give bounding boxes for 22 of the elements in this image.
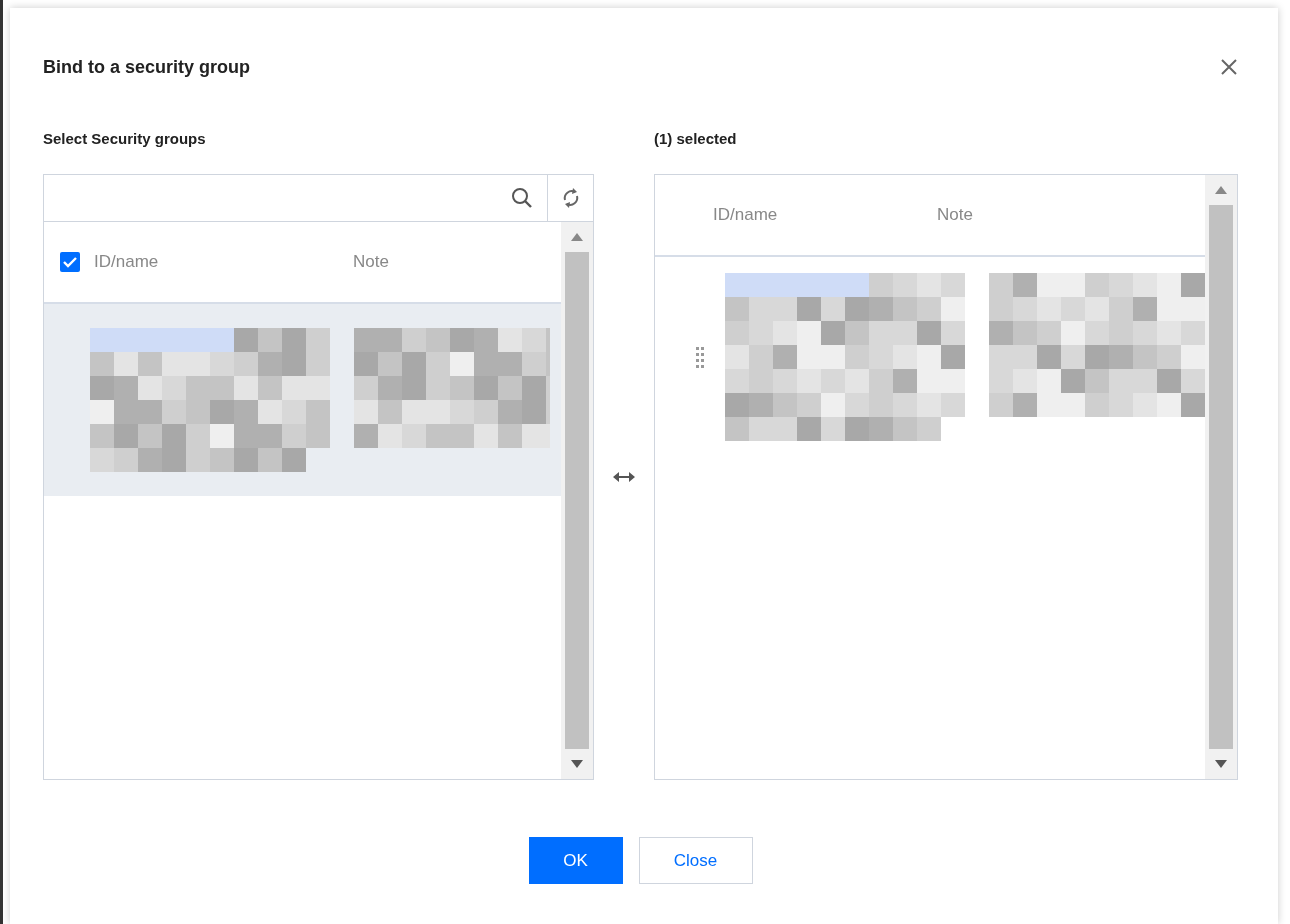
column-header: ID/name — [713, 205, 779, 225]
list-row[interactable] — [44, 304, 561, 496]
close-button[interactable] — [1220, 58, 1238, 76]
drag-handle-icon[interactable] — [695, 345, 705, 369]
transfer-arrow-icon — [613, 472, 635, 482]
scrollbar[interactable] — [561, 222, 593, 779]
select-all-checkbox[interactable] — [60, 252, 80, 272]
scroll-down-icon[interactable] — [571, 760, 583, 768]
scrollbar[interactable] — [1205, 175, 1237, 779]
search-icon[interactable] — [511, 187, 533, 209]
column-header: ID/name — [94, 252, 160, 272]
panel-heading: Select Security groups — [43, 130, 207, 148]
scroll-up-icon[interactable] — [1215, 186, 1227, 194]
scroll-up-icon[interactable] — [571, 233, 583, 241]
column-header: Note — [353, 252, 389, 272]
panel-heading: (1) selected — [654, 130, 738, 148]
column-header: Note — [937, 205, 973, 225]
close-icon — [1220, 58, 1238, 76]
scroll-down-icon[interactable] — [1215, 760, 1227, 768]
dialog-title: Bind to a security group — [43, 56, 251, 78]
close-dialog-button[interactable]: Close — [638, 837, 753, 884]
ok-button[interactable]: OK — [528, 837, 623, 884]
